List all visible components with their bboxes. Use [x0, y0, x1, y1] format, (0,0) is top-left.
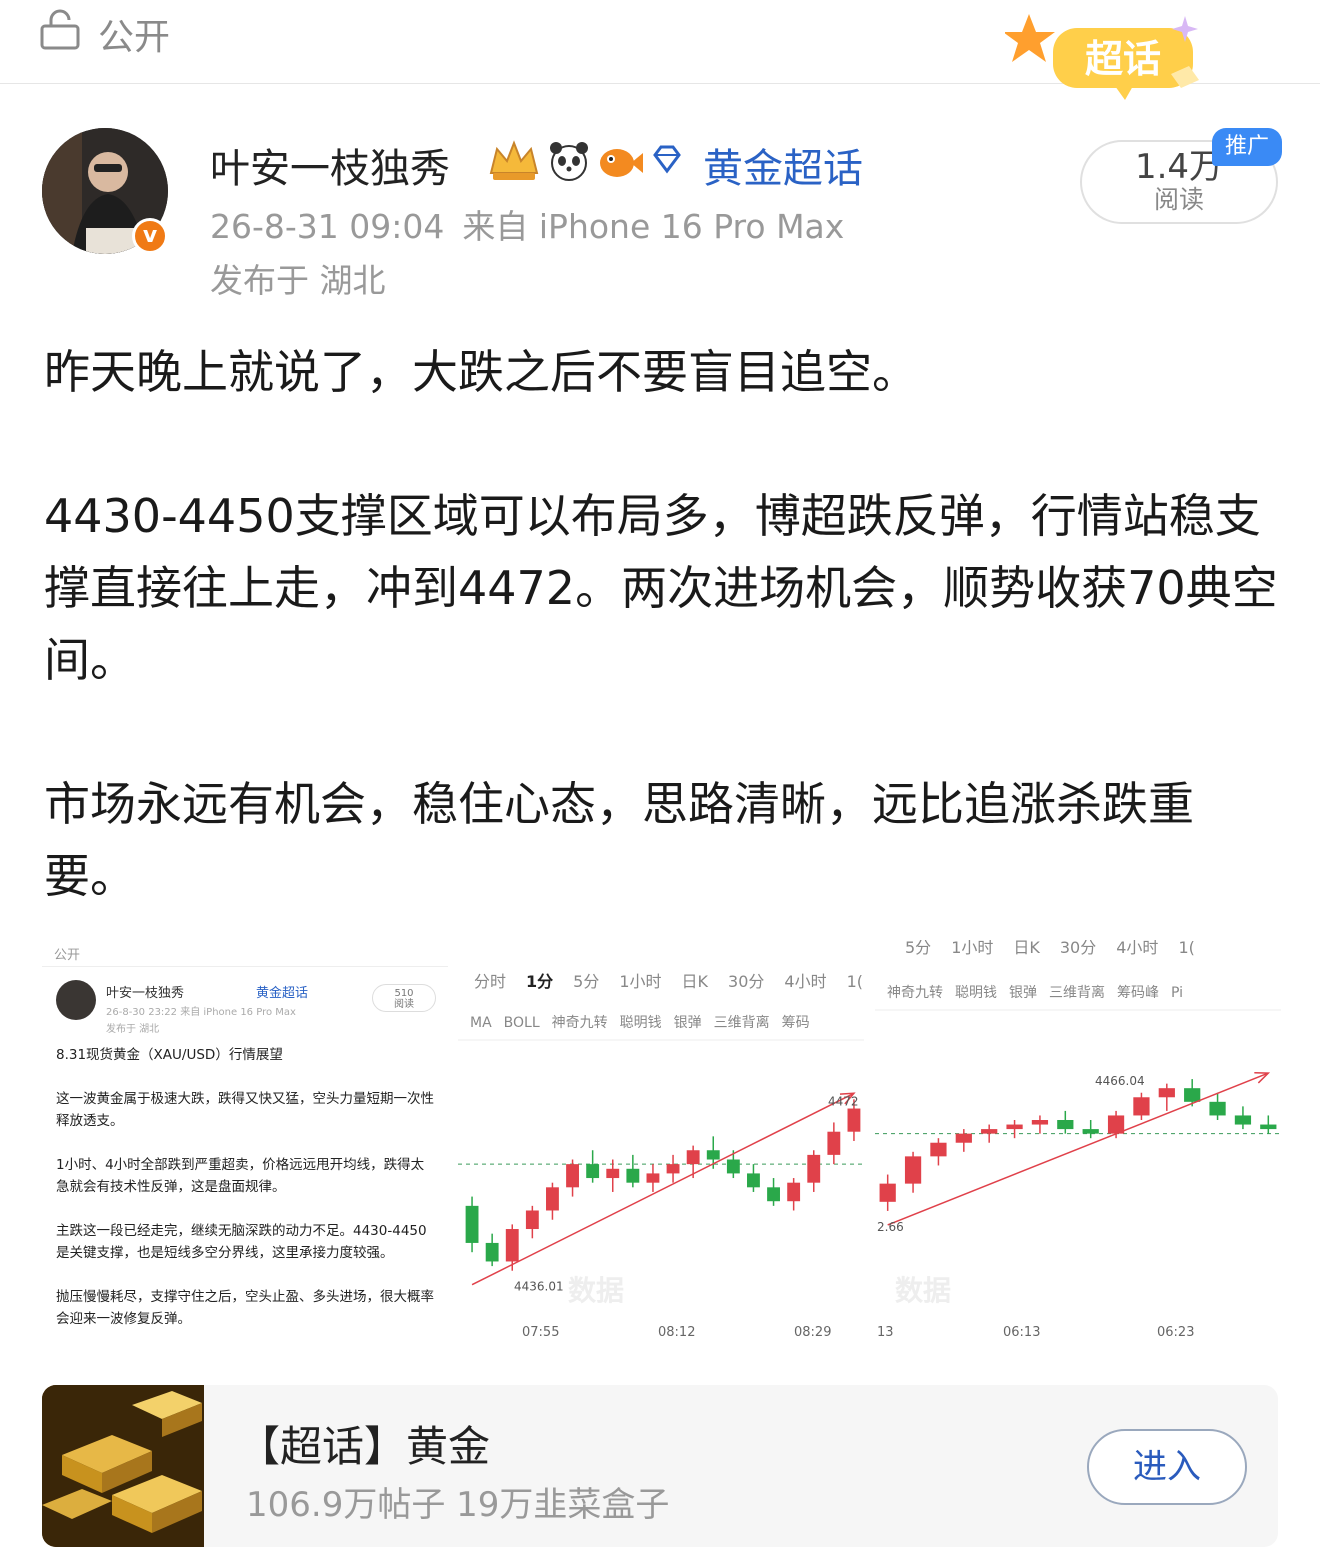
candle-body	[827, 1131, 841, 1155]
post-location: 发布于 湖北	[210, 261, 386, 300]
time-tick: 08:12	[658, 1325, 695, 1340]
post-image-1[interactable]: 公开 叶安一枝独秀 黄金超话 26-8-30 23:22 来自 iPhone 1…	[42, 940, 448, 1350]
mini-author-name: 叶安一枝独秀	[106, 986, 185, 1001]
post-meta: 26-8-31 09:04 来自 iPhone 16 Pro Max	[210, 200, 844, 248]
mini-body: 8.31现货黄金（XAU/USD）行情展望 这一波黄金属于极速大跌，跌得又快又猛…	[56, 1044, 436, 1350]
diamond-icon	[653, 145, 681, 174]
candle-body	[546, 1187, 559, 1211]
candle-body	[525, 1210, 539, 1230]
mini-location: 发布于 湖北	[106, 1024, 160, 1035]
mini-meta: 26-8-30 23:22 来自 iPhone 16 Pro Max	[106, 1007, 296, 1018]
author-badges	[487, 138, 685, 184]
high-price-label: 4472	[828, 1094, 859, 1108]
embedded-post-screenshot: 公开 叶安一枝独秀 黄金超话 26-8-30 23:22 来自 iPhone 1…	[42, 940, 448, 1350]
low-price-label: 2.66	[877, 1220, 904, 1234]
watermark-text: 数据	[895, 1274, 951, 1307]
candle-body	[726, 1159, 740, 1174]
time-tick: 07:55	[522, 1325, 559, 1340]
candle-body	[1133, 1097, 1150, 1116]
post-paragraph: 昨天晚上就说了，大跌之后不要盲目追空。	[44, 345, 918, 399]
candle-body	[1184, 1088, 1201, 1102]
divider	[42, 966, 448, 967]
candle-body	[904, 1156, 922, 1184]
lock-icon	[40, 9, 80, 50]
topic-link[interactable]: 黄金超话	[703, 136, 863, 194]
mini-paragraph: 主跌这一段已经走完，继续无脑深跌的动力不足。4430-4450是关键支撑，也是短…	[56, 1223, 427, 1261]
post-source: 来自 iPhone 16 Pro Max	[462, 207, 845, 246]
candle-body	[505, 1229, 519, 1262]
candle-body	[767, 1187, 780, 1202]
candle-body	[485, 1242, 499, 1262]
candle-body	[646, 1173, 660, 1183]
svg-text:超话: 超话	[1085, 37, 1161, 81]
candle-body	[1260, 1124, 1277, 1130]
gold-bars-image	[42, 1385, 204, 1547]
candle-body	[1234, 1115, 1252, 1125]
time-tick: 08:29	[794, 1325, 831, 1340]
candle-body	[847, 1108, 861, 1132]
post-time: 26-8-31 09:04	[210, 207, 445, 246]
verified-badge-icon: v	[132, 218, 168, 254]
supertopic-card[interactable]: 【超话】黄金 106.9万帖子 19万韭菜盒子 进入	[42, 1385, 1278, 1547]
supertopic-badge[interactable]: 超话	[1005, 8, 1215, 103]
time-tick: 06:23	[1157, 1325, 1194, 1340]
mini-visibility: 公开	[54, 948, 81, 963]
mini-paragraph: 这一波黄金属于极速大跌，跌得又快又猛，空头力量短期一次性释放透支。	[56, 1091, 434, 1129]
candle-body	[465, 1205, 479, 1243]
author-name[interactable]: 叶安一枝独秀	[210, 136, 450, 194]
mini-read-count: 510	[394, 988, 414, 999]
mini-paragraph: 1小时、4小时全部跌到严重超卖，价格远远甩开均线，跌得太急就会有技术性反弹，这是…	[56, 1157, 425, 1195]
mini-read-pill: 510 阅读	[372, 984, 436, 1012]
mini-title: 8.31现货黄金（XAU/USD）行情展望	[56, 1047, 283, 1063]
candle-body	[930, 1142, 947, 1157]
promo-tag[interactable]: 推广	[1212, 128, 1282, 166]
candle-body	[566, 1164, 579, 1188]
candle-body	[1006, 1124, 1023, 1130]
post-image-3[interactable]: 5分 1小时 日K 30分 4小时 1( 神奇九转 聪明钱 银弹 三维背离 筹码峰 Pi 4466.…	[875, 940, 1281, 1350]
candlestick-chart-2: 4466.04 2.66 13 06:13 06:23 数据	[875, 1009, 1281, 1340]
candle-body	[686, 1150, 700, 1165]
candle-body	[807, 1154, 821, 1183]
candle-body	[981, 1129, 998, 1134]
candle-body	[666, 1164, 680, 1174]
mini-read-label: 阅读	[394, 999, 414, 1010]
supertopic-title: 【超话】黄金	[238, 1422, 491, 1471]
candle-body	[879, 1183, 896, 1202]
time-tick: 06:13	[1003, 1325, 1040, 1340]
candle-body	[955, 1133, 972, 1143]
candle-body	[1158, 1088, 1175, 1098]
watermark-text: 数据	[568, 1274, 624, 1307]
supertopic-stats: 106.9万帖子 19万韭菜盒子	[246, 1485, 670, 1525]
post-body: 昨天晚上就说了，大跌之后不要盲目追空。 4430-4450支撑区域可以布局多，博…	[44, 336, 1284, 912]
candle-body	[626, 1168, 640, 1183]
panda-icon	[550, 142, 588, 181]
candle-body	[1031, 1120, 1049, 1125]
time-tick: 13	[877, 1325, 894, 1340]
candlestick-chart-1: 4472 4436.01 07:55 08:12 08:29 数据	[458, 1039, 864, 1340]
read-label: 阅读	[1153, 185, 1204, 214]
high-price-label: 4466.04	[1095, 1074, 1145, 1088]
candle-body	[586, 1164, 600, 1179]
post-paragraph: 市场永远有机会，稳住心态，思路清晰，远比追涨杀跌重要。	[44, 777, 1194, 903]
candle-body	[787, 1182, 801, 1202]
mini-avatar	[56, 980, 96, 1020]
post-image-2[interactable]: 分时 1分 5分 1小时 日K 30分 4小时 1( MA BOLL 神奇九转 聪明钱 银弹 三维背离筹…	[458, 940, 864, 1350]
mini-topic-link: 黄金超话	[256, 986, 309, 1001]
top-bar: 公开 超话	[0, 0, 1320, 100]
candle-body	[1057, 1120, 1074, 1130]
mini-paragraph: 抛压慢慢耗尽，支撑守住之后，空头止盈、多头进场，很大概率会迎来一波修复反弹。	[56, 1289, 434, 1327]
candle-body	[606, 1168, 620, 1179]
candle-body	[1209, 1101, 1226, 1116]
fish-icon	[600, 149, 643, 177]
visibility-label[interactable]: 公开	[98, 8, 170, 60]
candle-body	[747, 1173, 760, 1188]
low-price-label: 4436.01	[514, 1280, 564, 1294]
post-paragraph: 4430-4450支撑区域可以布局多，博超跌反弹，行情站稳支撑直接往上走，冲到4…	[44, 489, 1278, 687]
crown-badge-icon	[489, 140, 539, 180]
candle-body	[1082, 1129, 1099, 1134]
candle-body	[706, 1150, 720, 1160]
enter-button[interactable]: 进入	[1087, 1429, 1247, 1505]
